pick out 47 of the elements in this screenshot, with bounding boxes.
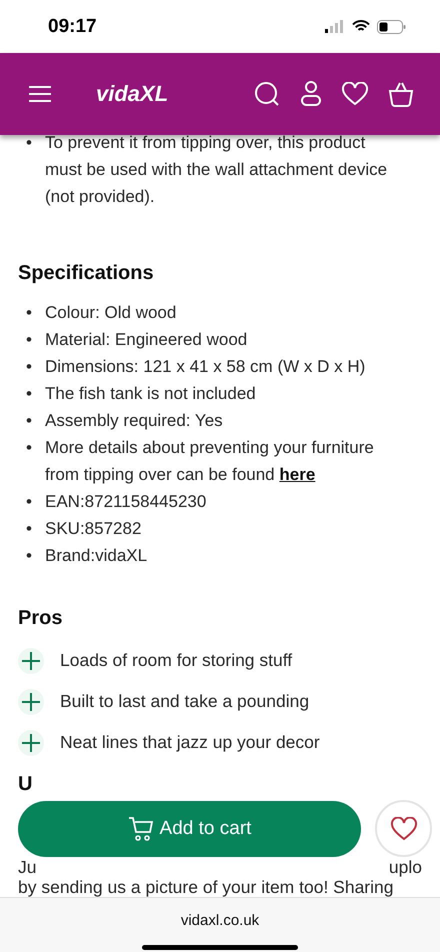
url-text: vidaxl.co.uk	[180, 912, 260, 929]
body-text: Ju	[18, 857, 36, 877]
wifi-icon	[352, 20, 370, 33]
spec-item: Brand:vidaXL	[45, 545, 148, 567]
body-text: uplo	[388, 857, 422, 877]
heart-icon	[390, 816, 416, 840]
bullet-mark: •	[26, 437, 33, 459]
section-heading: U	[18, 773, 34, 796]
cart-icon	[128, 816, 154, 842]
account-button[interactable]	[300, 81, 322, 107]
bullet-mark: •	[26, 329, 33, 351]
bullet-mark: •	[26, 383, 33, 405]
section-heading: Pros	[18, 607, 64, 630]
spec-item: SKU:857282	[45, 518, 142, 540]
pro-text: Neat lines that jazz up your decor	[60, 732, 320, 753]
basket-button[interactable]	[388, 81, 414, 107]
bullet-text: To prevent it from tipping over, this product must be used with the wall attachment device (not provided).	[45, 135, 388, 208]
pro-text: Loads of room for storing stuff	[60, 650, 292, 671]
status-time: 09:17	[48, 16, 97, 38]
signal-icon	[325, 20, 345, 33]
bullet-mark: •	[26, 518, 33, 540]
spec-item: EAN:8721158445230	[45, 491, 208, 513]
wishlist-button[interactable]	[342, 82, 368, 106]
logo[interactable]: vidaXL	[96, 81, 168, 107]
bullet-mark: •	[26, 302, 33, 324]
body-text: by sending us a picture of your item too! Sharing	[18, 877, 394, 897]
bullet-mark: •	[26, 410, 33, 432]
here-link[interactable]: here	[279, 465, 316, 484]
plus-icon	[18, 688, 44, 714]
plus-icon	[18, 648, 44, 674]
spec-item: Colour: Old wood	[45, 302, 178, 324]
spec-item: Dimensions: 121 x 41 x 58 cm (W x D x H)	[45, 356, 366, 378]
section-heading: Specifications	[18, 262, 155, 285]
search-button[interactable]	[254, 81, 280, 107]
menu-button[interactable]	[28, 85, 52, 103]
pro-text: Built to last and take a pounding	[60, 691, 310, 712]
spec-item: More details about preventing your furniture from tipping over can be found here	[45, 437, 375, 486]
bullet-mark: •	[26, 545, 33, 567]
spec-item: The fish tank is not included	[45, 383, 257, 405]
spec-item: Assembly required: Yes	[45, 410, 224, 432]
plus-icon	[18, 730, 44, 756]
bullet-mark: •	[26, 356, 33, 378]
add-to-cart-button[interactable]: Add to cart	[18, 800, 361, 856]
bullet-mark: •	[26, 135, 33, 154]
battery-icon	[377, 20, 406, 34]
spec-item: Material: Engineered wood	[45, 329, 248, 351]
bullet-mark: •	[26, 491, 33, 513]
